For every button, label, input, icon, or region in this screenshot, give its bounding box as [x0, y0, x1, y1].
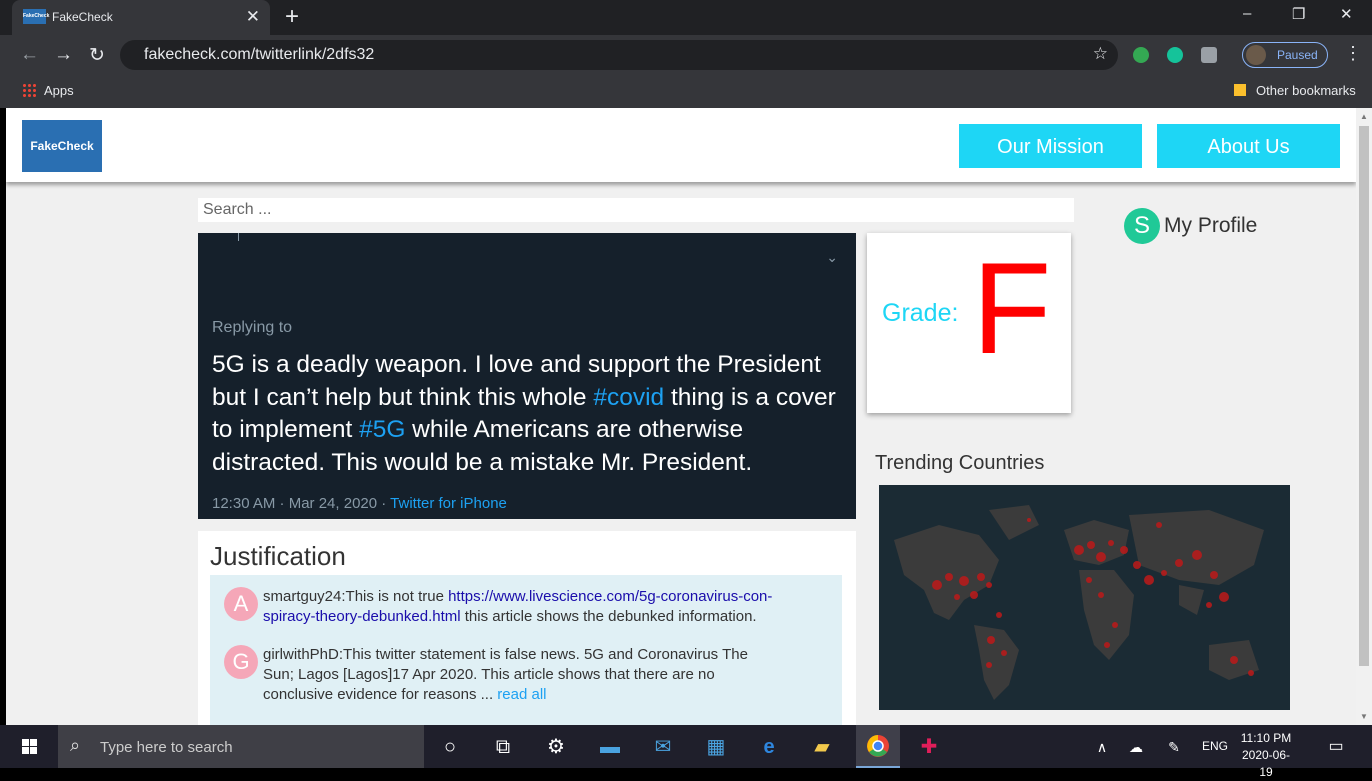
onedrive-icon[interactable]: ☁: [1122, 733, 1150, 761]
comments-list: A smartguy24:This is not true https://ww…: [210, 575, 842, 725]
site-header: FakeCheck Our Mission About Us: [6, 108, 1356, 182]
window-close-icon[interactable]: ✕: [1340, 5, 1353, 23]
back-icon[interactable]: ←: [20, 44, 39, 66]
scroll-thumb[interactable]: [1359, 126, 1369, 666]
grade-value: F: [972, 235, 1052, 381]
grade-label: Grade:: [882, 299, 959, 327]
tab-favicon: FakeCheck: [23, 9, 49, 24]
chevron-down-icon[interactable]: ⌄: [826, 249, 838, 266]
tweet-timestamp: 12:30 AM · Mar 24, 2020 ·: [212, 495, 391, 512]
page-scrollbar[interactable]: ▲ ▼: [1356, 108, 1372, 725]
chrome-icon: [867, 735, 889, 757]
apps-grid-icon: [22, 83, 36, 97]
grammarly-icon[interactable]: [1167, 47, 1183, 63]
new-tab-icon[interactable]: +: [285, 3, 299, 31]
camera-icon[interactable]: [1201, 47, 1217, 63]
tab-title: FakeCheck: [52, 10, 113, 24]
hashtag-covid[interactable]: #covid: [593, 384, 664, 411]
minimize-icon[interactable]: –: [1243, 5, 1251, 22]
file-explorer-icon[interactable]: ▰: [808, 733, 836, 761]
settings-gear-icon[interactable]: ⚙: [542, 733, 570, 761]
profile-status: Paused: [1277, 48, 1318, 62]
store-icon[interactable]: ▦: [702, 733, 730, 761]
windows-logo-icon: [22, 739, 37, 754]
apps-bookmark[interactable]: Apps: [22, 83, 74, 98]
profile-label: My Profile: [1164, 214, 1258, 237]
folder-icon: [1234, 84, 1246, 96]
forward-icon[interactable]: →: [54, 44, 73, 66]
taskbar-search[interactable]: ⌕ Type here to search: [58, 725, 424, 768]
trending-title: Trending Countries: [875, 452, 1045, 474]
page-viewport: FakeCheck Our Mission About Us ⌄ Replyin…: [6, 108, 1356, 725]
replying-to: Replying to: [212, 319, 293, 336]
search-input[interactable]: [198, 198, 1074, 222]
other-bookmarks-label: Other bookmarks: [1256, 83, 1356, 98]
comment-text: smartguy24:This is not true https://www.…: [263, 587, 823, 627]
comment-body: this article shows the debunked informat…: [460, 608, 757, 625]
slack-icon[interactable]: ✚: [915, 733, 943, 761]
reload-icon[interactable]: ↻: [89, 44, 105, 67]
taskbar-search-input: Type here to search: [100, 739, 233, 756]
tweet-meta: 12:30 AM · Mar 24, 2020 · Twitter for iP…: [212, 495, 507, 512]
address-url: fakecheck.com/twitterlink/2dfs32: [144, 46, 375, 63]
language-indicator[interactable]: ENG: [1202, 739, 1228, 753]
extension-thumb-icon[interactable]: [1133, 47, 1149, 63]
trending-world-map[interactable]: [879, 485, 1290, 710]
comment-text: girlwithPhD:This twitter statement is fa…: [263, 645, 763, 705]
browser-toolbar: ← → ↻ fakecheck.com/twitterlink/2dfs32 ☆…: [0, 35, 1372, 75]
tweet-card: ⌄ Replying to 5G is a deadly weapon. I l…: [198, 233, 856, 519]
our-mission-button[interactable]: Our Mission: [959, 124, 1142, 168]
browser-titlebar: FakeCheck FakeCheck ✕ + – ❐ ✕: [0, 0, 1372, 35]
menu-icon[interactable]: ⋮: [1344, 43, 1362, 64]
hashtag-5g[interactable]: #5G: [359, 416, 405, 443]
comment-user: girlwithPhD:: [263, 646, 344, 663]
close-tab-icon[interactable]: ✕: [246, 7, 260, 27]
system-clock[interactable]: 11:10 PM 2020-06-19: [1236, 730, 1296, 781]
cortana-icon[interactable]: ○: [436, 733, 464, 761]
restore-icon[interactable]: ❐: [1292, 5, 1305, 23]
computer-icon[interactable]: ▬: [596, 733, 624, 761]
world-map-graphic: [894, 505, 1264, 700]
read-all-link[interactable]: read all: [497, 686, 546, 703]
site-logo[interactable]: FakeCheck: [22, 120, 102, 172]
clock-time: 11:10 PM: [1240, 731, 1292, 745]
edge-icon[interactable]: e: [755, 733, 783, 761]
grade-card: Grade: F: [867, 233, 1071, 413]
address-bar[interactable]: fakecheck.com/twitterlink/2dfs32 ☆: [120, 40, 1118, 70]
browser-tab[interactable]: FakeCheck FakeCheck ✕: [12, 0, 270, 35]
mail-icon[interactable]: ✉: [649, 733, 677, 761]
comment-avatar: G: [224, 645, 258, 679]
start-button[interactable]: [0, 725, 58, 768]
comment-avatar: A: [224, 587, 258, 621]
profile-button[interactable]: Paused: [1242, 42, 1328, 68]
justification-title: Justification: [210, 541, 346, 571]
task-view-icon[interactable]: ⧉: [489, 733, 517, 761]
clock-date: 2020-06-19: [1241, 748, 1291, 779]
chevron-up-icon[interactable]: ∧: [1088, 733, 1116, 761]
comment-user: smartguy24:: [263, 588, 346, 605]
chrome-taskbar-button[interactable]: [856, 725, 900, 768]
profile-avatar: S: [1124, 208, 1160, 244]
scroll-up-icon[interactable]: ▲: [1360, 112, 1368, 121]
search-bar: [198, 198, 1074, 222]
tweet-source-link[interactable]: Twitter for iPhone: [390, 495, 507, 512]
about-us-button[interactable]: About Us: [1157, 124, 1340, 168]
notifications-icon[interactable]: ▭: [1322, 733, 1350, 761]
search-icon: ⌕: [70, 735, 81, 755]
justification-panel: Justification A smartguy24:This is not t…: [198, 531, 856, 725]
network-icon[interactable]: ✎: [1160, 733, 1188, 761]
tweet-text: 5G is a deadly weapon. I love and suppor…: [212, 349, 852, 479]
apps-label: Apps: [44, 83, 74, 98]
avatar: [1246, 45, 1266, 65]
comment-body: This is not true: [345, 588, 449, 605]
other-bookmarks[interactable]: Other bookmarks: [1234, 83, 1356, 98]
taskbar: ⌕ Type here to search ○ ⧉ ⚙ ▬ ✉ ▦ e ▰ ✚ …: [0, 725, 1372, 779]
thread-line: [238, 233, 239, 241]
scroll-down-icon[interactable]: ▼: [1360, 712, 1368, 721]
bookmark-star-icon[interactable]: ☆: [1093, 44, 1108, 64]
bookmarks-bar: Apps Other bookmarks: [0, 75, 1372, 108]
